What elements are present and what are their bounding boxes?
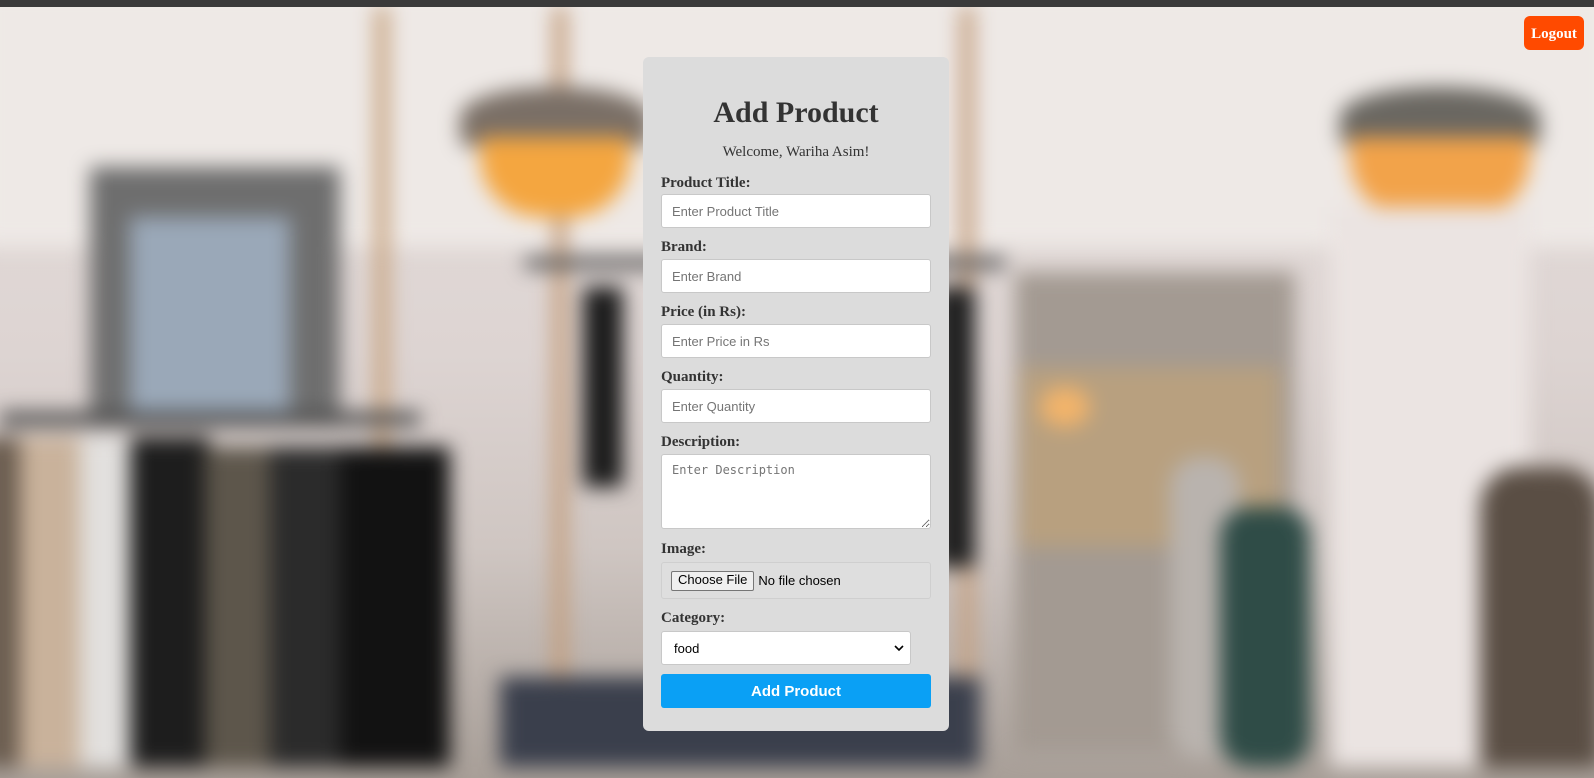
form-title: Add Product — [713, 96, 879, 129]
price-label: Price (in Rs): — [661, 304, 746, 320]
price-input[interactable] — [661, 324, 931, 358]
brand-label: Brand: — [661, 239, 707, 255]
description-label: Description: — [661, 434, 741, 450]
welcome-message: Welcome, Wariha Asim! — [722, 144, 870, 160]
product-title-input[interactable] — [661, 194, 931, 228]
add-product-form: Add Product Welcome, Wariha Asim! Produc… — [643, 57, 949, 731]
logout-button[interactable]: Logout — [1524, 16, 1584, 50]
image-label: Image: — [661, 541, 706, 557]
brand-input[interactable] — [661, 259, 931, 293]
file-status: No file chosen — [758, 573, 841, 588]
category-selected-value: food — [674, 640, 700, 656]
add-product-button[interactable]: Add Product — [661, 674, 931, 708]
browser-top-strip — [0, 0, 1594, 7]
image-file-input: Choose File No file chosen — [661, 562, 931, 599]
category-select[interactable]: food — [661, 631, 911, 665]
category-label: Category: — [661, 610, 726, 626]
quantity-input[interactable] — [661, 389, 931, 423]
description-textarea[interactable] — [661, 454, 931, 529]
product-title-label: Product Title: — [661, 175, 751, 191]
chevron-down-icon — [894, 645, 904, 652]
choose-file-button[interactable]: Choose File — [671, 570, 755, 591]
quantity-label: Quantity: — [661, 369, 724, 385]
